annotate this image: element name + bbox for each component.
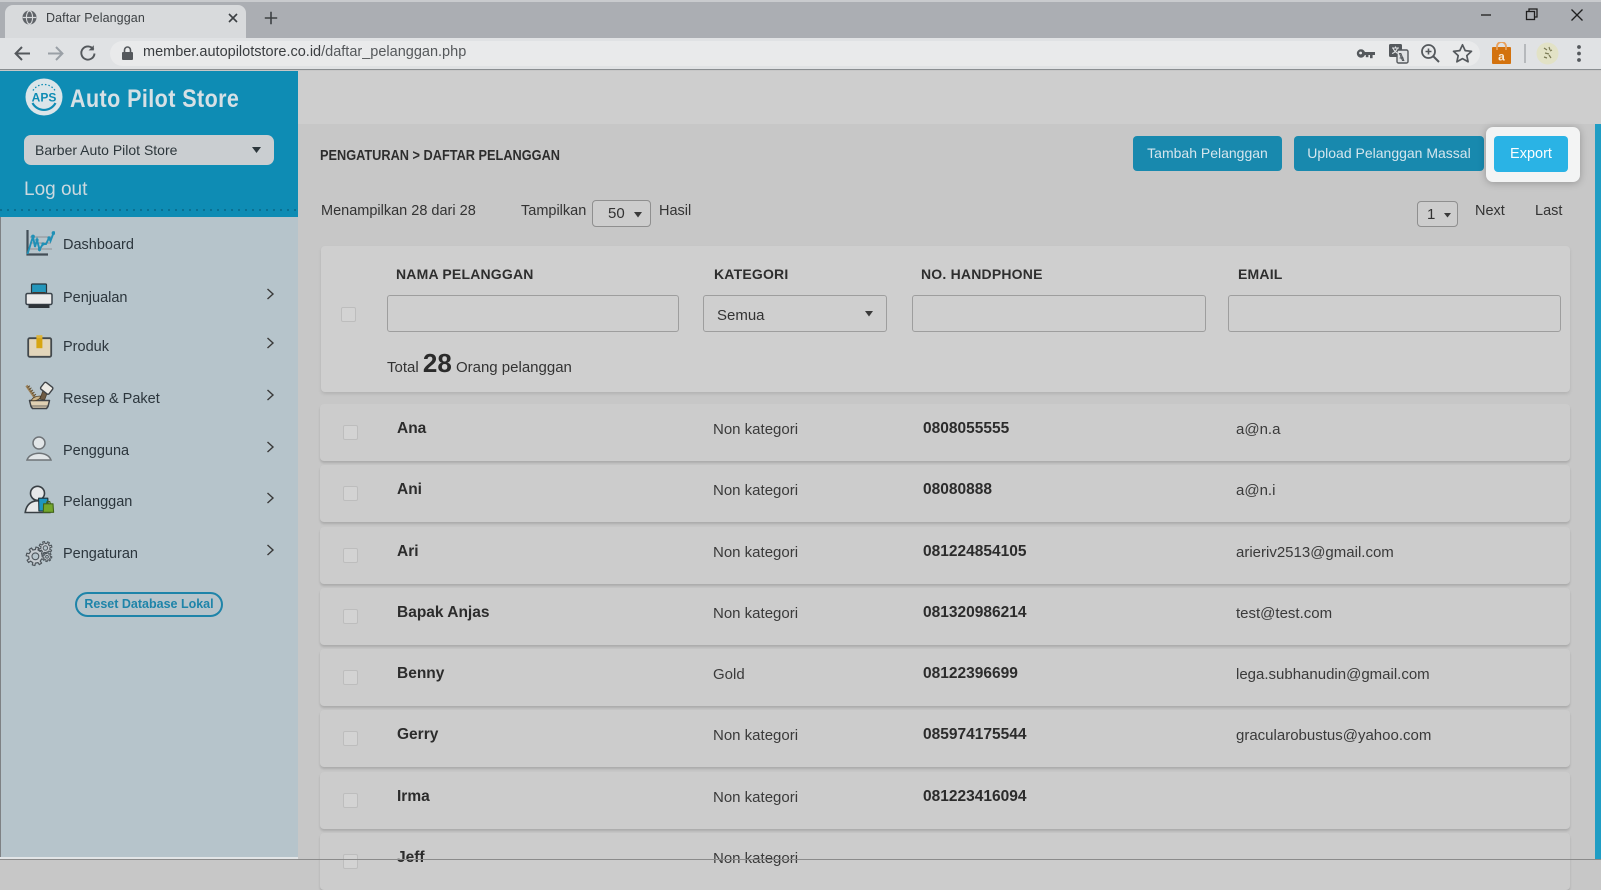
svg-text:APS: APS	[32, 91, 57, 105]
svg-text:a: a	[1498, 50, 1505, 64]
